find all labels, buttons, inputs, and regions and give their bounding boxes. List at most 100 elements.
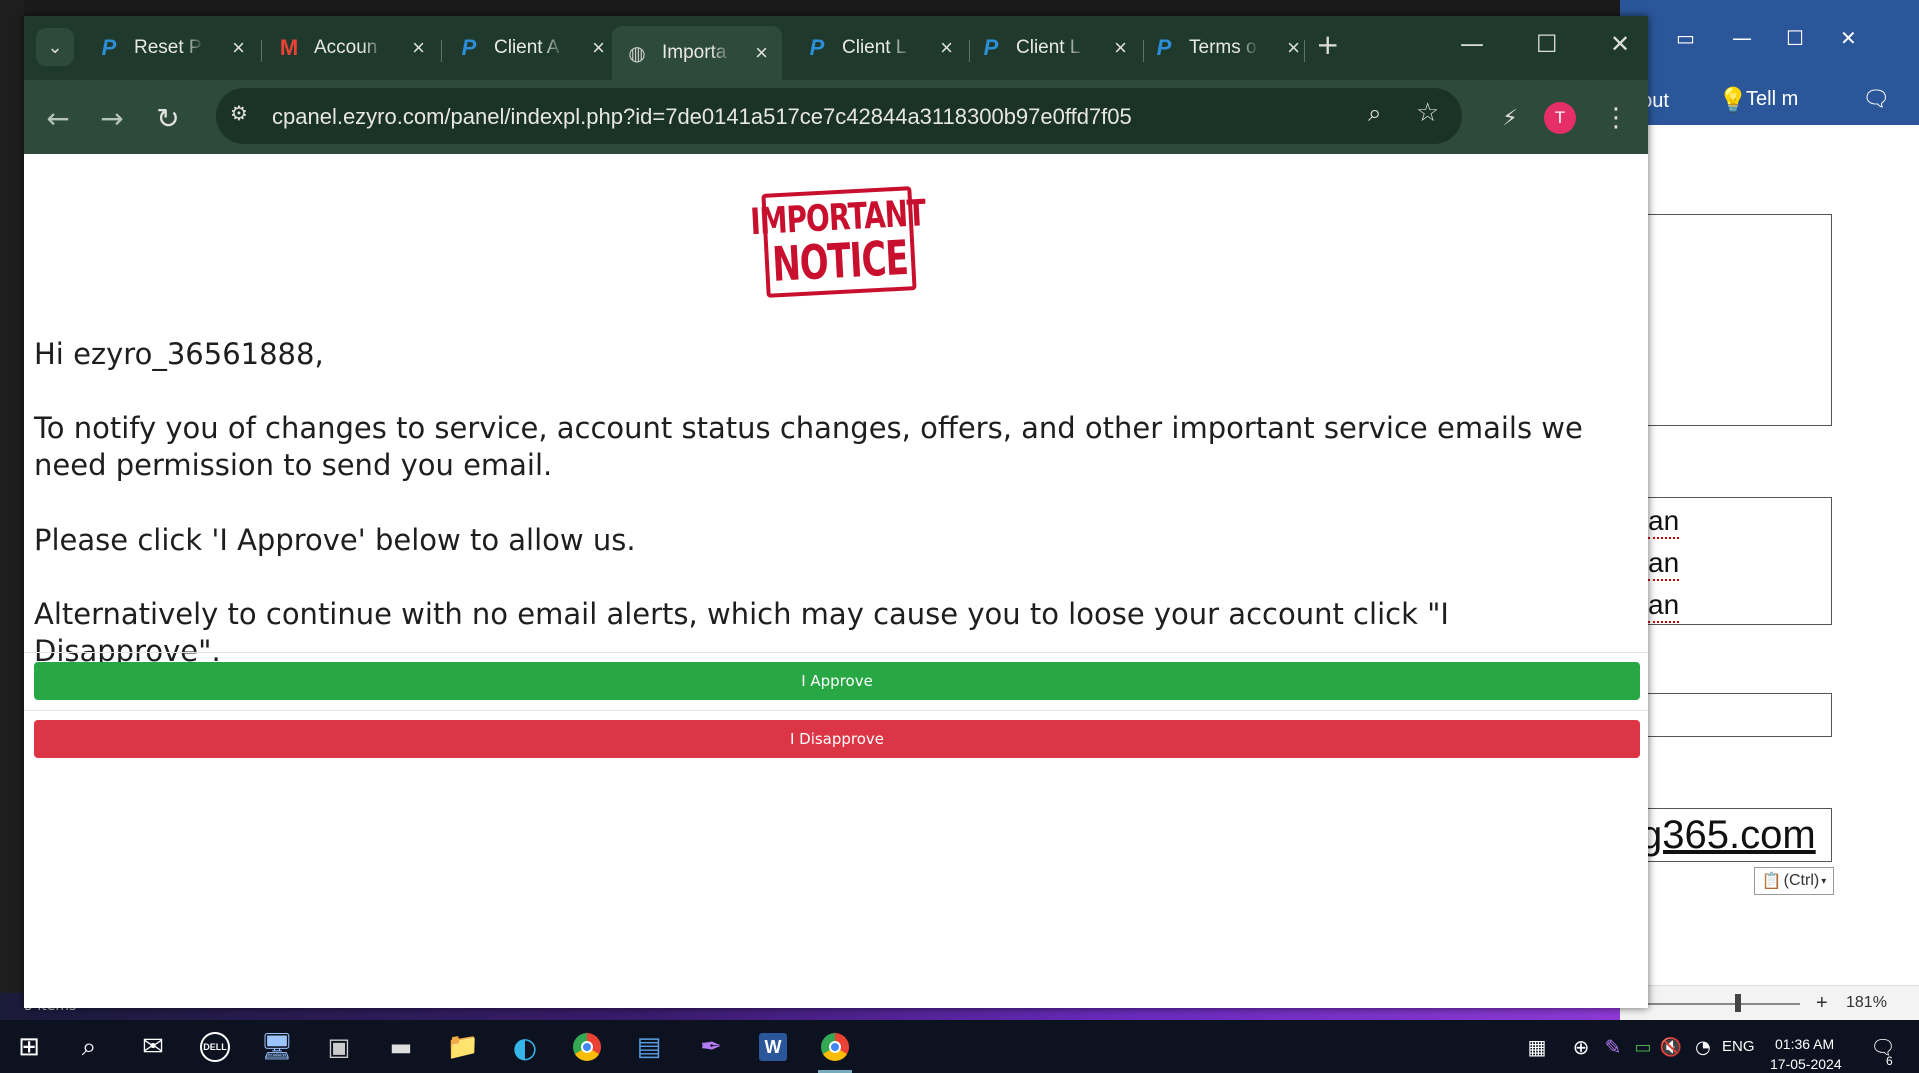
minimize-icon[interactable]: — [1460,30,1484,58]
close-tab-icon[interactable]: × [232,35,245,61]
close-tab-icon[interactable]: × [592,35,605,61]
paypal-icon: P [1156,35,1172,60]
tab-reset-password[interactable]: P Reset P × [84,26,259,70]
wifi-icon[interactable]: ◔ [1686,1030,1720,1064]
tab-separator [441,40,442,62]
control-panel-icon[interactable]: ▣ [322,1030,356,1064]
paste-options-button[interactable]: 📋 (Ctrl) ▾ [1754,867,1834,895]
desktop-left-edge [0,0,24,1020]
zoom-slider[interactable] [1630,1003,1800,1005]
close-tab-icon[interactable]: × [1287,35,1300,61]
tell-me-box[interactable]: Tell m [1746,88,1798,111]
word-document-page: an an an g365.com 📋 (Ctrl) ▾ [1610,125,1919,995]
doc-link[interactable]: g365.com [1640,813,1816,858]
globe-icon: ◍ [628,42,646,65]
clock-time[interactable]: 01:36 AM [1775,1036,1834,1052]
tab-separator [261,40,262,62]
bookmark-star-icon[interactable]: ☆ [1416,98,1439,128]
doc-line: an [1648,505,1680,539]
comments-icon[interactable]: 🗨 [1862,86,1890,112]
site-settings-icon[interactable]: ⚙ [230,101,248,125]
tab-separator [1304,40,1305,62]
zoom-magnifier-icon[interactable]: ⌕ [1368,99,1381,127]
lightbulb-icon: 💡 [1718,87,1748,114]
zoom-level[interactable]: 181% [1846,994,1887,1012]
notifications-icon[interactable]: 🗨 [1866,1030,1900,1064]
clock-date[interactable]: 17-05-2024 [1770,1056,1842,1072]
tab-strip: ⌄ P Reset P × M Accoun × P Client A × ◍ … [24,16,1648,80]
computer-icon[interactable]: 🖥 [260,1030,294,1064]
close-icon[interactable]: ✕ [1610,30,1630,58]
divider [24,652,1648,653]
disapprove-button[interactable]: I Disapprove [34,720,1640,758]
paypal-icon: P [809,35,825,60]
profile-avatar[interactable]: T [1544,102,1576,134]
minimize-icon[interactable]: — [1732,26,1752,50]
zoom-slider-thumb[interactable] [1735,994,1741,1012]
maximize-icon[interactable]: ☐ [1786,26,1804,50]
mail-icon[interactable]: ✉ [136,1030,170,1064]
performance-icon[interactable]: ⚡ [1490,98,1530,138]
app-window-icon[interactable]: ▤ [632,1030,666,1064]
windows-taskbar: ⊞ ⌕ ✉ DELL 🖥 ▣ ▬ 📁 ◐ ▤ ✒ W ▦ ⊕ ✎ ▭ 🔇 ◔ E… [0,1020,1919,1073]
chevron-down-icon: ⌄ [47,36,63,58]
chevron-down-icon: ▾ [1821,875,1827,887]
tab-client-l-2[interactable]: P Client L × [966,26,1141,70]
zoom-in-icon[interactable]: + [1816,992,1828,1015]
pen-tray-icon[interactable]: ✎ [1596,1030,1630,1064]
back-icon[interactable]: ← [38,98,78,138]
edge-icon[interactable]: ◐ [508,1030,542,1064]
language-indicator[interactable]: ENG [1722,1038,1755,1055]
chrome-window: ⌄ P Reset P × M Accoun × P Client A × ◍ … [24,16,1648,1008]
clipboard-icon: 📋 [1761,873,1782,890]
feather-pen-icon[interactable]: ✒ [694,1030,728,1064]
menu-kebab-icon[interactable]: ⋮ [1596,98,1636,138]
browser-toolbar: ← → ↻ ⚙ cpanel.ezyro.com/panel/indexpl.p… [24,80,1648,154]
search-icon[interactable]: ⌕ [72,1030,106,1064]
instruction-text: Please click 'I Approve' below to allow … [34,523,636,557]
alternative-text: Alternatively to continue with no email … [34,597,1449,668]
ribbon-display-icon[interactable]: ▭ [1676,26,1695,50]
paypal-icon: P [983,35,999,60]
address-bar[interactable]: ⚙ cpanel.ezyro.com/panel/indexpl.php?id=… [216,88,1462,144]
tab-terms[interactable]: P Terms o × [1139,26,1314,70]
paypal-icon: P [461,35,477,60]
tab-client-a[interactable]: P Client A × [444,26,619,70]
speaker-muted-icon[interactable]: 🔇 [1654,1030,1688,1064]
word-status-bar: + 181% [1620,985,1919,1020]
maximize-icon[interactable]: ☐ [1536,30,1558,58]
notice-paragraph: To notify you of changes to service, acc… [34,411,1583,482]
notification-count: 6 [1886,1054,1893,1068]
tab-search-button[interactable]: ⌄ [36,28,74,66]
paypal-icon: P [101,35,117,60]
close-tab-icon[interactable]: × [1114,35,1127,61]
doc-line: an [1648,547,1680,581]
network-globe-icon[interactable]: ⊕ [1564,1030,1598,1064]
reload-icon[interactable]: ↻ [148,98,188,138]
forward-icon[interactable]: → [92,98,132,138]
page-content: IMPORTANT NOTICE Hi ezyro_36561888, To n… [24,154,1648,1008]
close-tab-icon[interactable]: × [755,40,768,66]
url-text[interactable]: cpanel.ezyro.com/panel/indexpl.php?id=7d… [272,104,1132,130]
doc-line: an [1648,589,1680,623]
word-icon[interactable]: W [756,1030,790,1064]
gmail-icon: M [279,35,299,60]
new-tab-button[interactable]: + [1316,28,1339,61]
file-explorer-icon[interactable]: 📁 [446,1030,480,1064]
windows-start-icon[interactable]: ⊞ [12,1030,46,1064]
tab-client-l[interactable]: P Client L × [792,26,967,70]
close-tab-icon[interactable]: × [940,35,953,61]
chrome-icon[interactable] [570,1030,604,1064]
tab-important-active[interactable]: ◍ Importa × [612,26,782,80]
close-icon[interactable]: ✕ [1840,26,1857,50]
tab-account[interactable]: M Accoun × [264,26,439,70]
approve-button[interactable]: I Approve [34,662,1640,700]
divider [24,710,1648,711]
news-icon[interactable]: ▦ [1520,1030,1554,1064]
window-icon[interactable]: ▬ [384,1030,418,1064]
dell-icon[interactable]: DELL [198,1030,232,1064]
chrome-profile-icon[interactable] [818,1030,852,1064]
word-ribbon: ▭ — ☐ ✕ ayout 💡 Tell m 🗨 [1620,0,1919,125]
close-tab-icon[interactable]: × [412,35,425,61]
greeting-text: Hi ezyro_36561888, [34,337,324,371]
